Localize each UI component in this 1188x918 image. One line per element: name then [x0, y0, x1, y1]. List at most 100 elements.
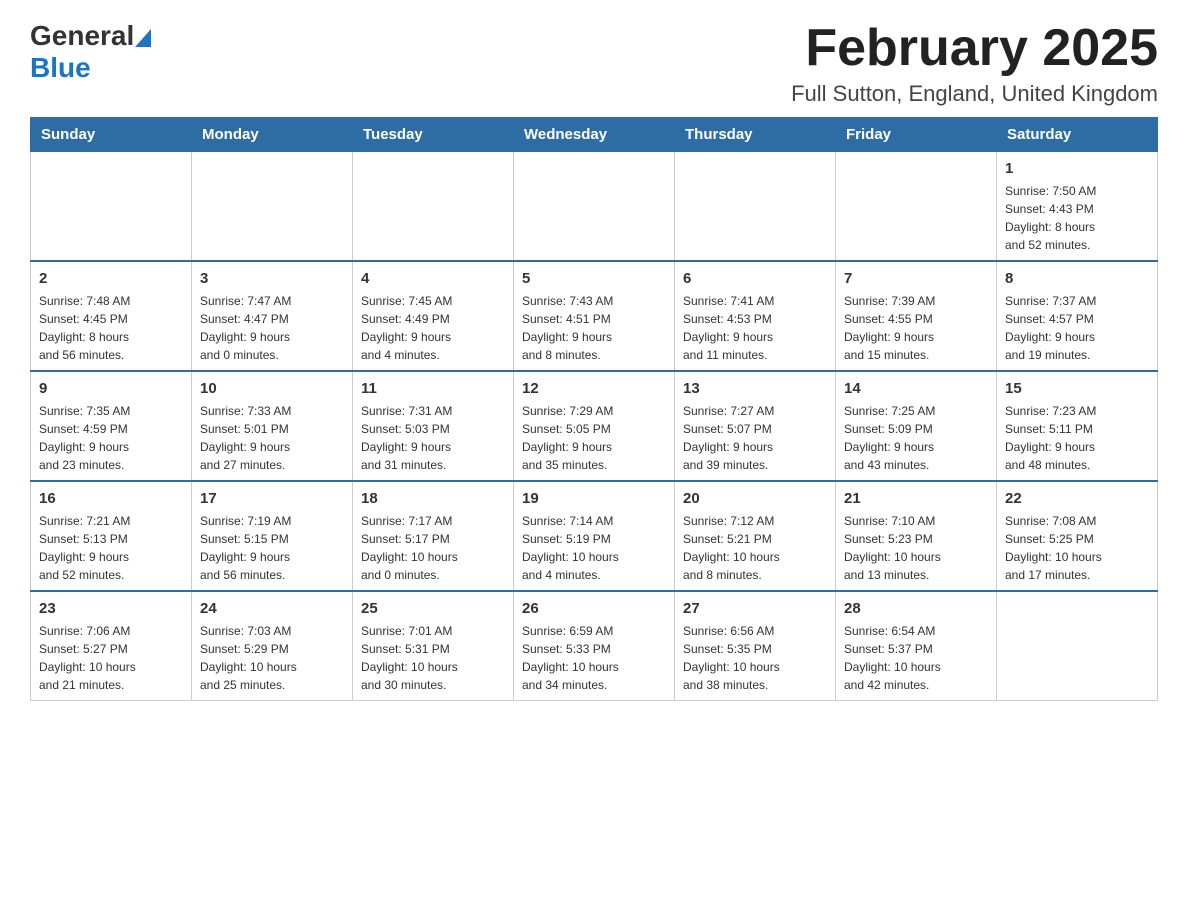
- day-number: 22: [1005, 488, 1149, 509]
- weekday-header-sunday: Sunday: [31, 118, 192, 152]
- day-number: 4: [361, 268, 505, 289]
- day-number: 15: [1005, 378, 1149, 399]
- calendar-cell: 6Sunrise: 7:41 AMSunset: 4:53 PMDaylight…: [675, 261, 836, 371]
- day-number: 11: [361, 378, 505, 399]
- day-info: Sunrise: 7:03 AMSunset: 5:29 PMDaylight:…: [200, 622, 344, 694]
- calendar-cell: 9Sunrise: 7:35 AMSunset: 4:59 PMDaylight…: [31, 371, 192, 481]
- calendar-cell: 13 Sunrise: 7:27 AMSunset: 5:07 PMDayligh…: [675, 371, 836, 481]
- day-info: Sunrise: 7:12 AMSunset: 5:21 PMDaylight:…: [683, 512, 827, 584]
- day-number: 3: [200, 268, 344, 289]
- day-number: 14: [844, 378, 988, 399]
- day-info: Sunrise: 7:06 AMSunset: 5:27 PMDaylight:…: [39, 622, 183, 694]
- calendar-cell: 1 Sunrise: 7:50 AMSunset: 4:43 PMDaylight…: [997, 152, 1158, 262]
- logo-blue-text: Blue: [30, 52, 91, 84]
- calendar-cell: 3 Sunrise: 7:47 AMSunset: 4:47 PMDaylight…: [192, 261, 353, 371]
- day-number: 25: [361, 598, 505, 619]
- day-info: Sunrise: 7:43 AMSunset: 4:51 PMDaylight:…: [522, 292, 666, 364]
- title-section: February 2025 Full Sutton, England, Unit…: [791, 20, 1158, 107]
- weekday-header-wednesday: Wednesday: [514, 118, 675, 152]
- weekday-header-saturday: Saturday: [997, 118, 1158, 152]
- day-info: Sunrise: 7:29 AMSunset: 5:05 PMDaylight:…: [522, 402, 666, 474]
- day-number: 6: [683, 268, 827, 289]
- calendar-cell: 16Sunrise: 7:21 AMSunset: 5:13 PMDayligh…: [31, 481, 192, 591]
- day-number: 2: [39, 268, 183, 289]
- calendar-cell: 21 Sunrise: 7:10 AMSunset: 5:23 PMDayligh…: [836, 481, 997, 591]
- calendar-cell: [997, 591, 1158, 701]
- calendar-cell: 25 Sunrise: 7:01 AMSunset: 5:31 PMDayligh…: [353, 591, 514, 701]
- day-number: 24: [200, 598, 344, 619]
- day-number: 12: [522, 378, 666, 399]
- weekday-header-monday: Monday: [192, 118, 353, 152]
- day-info: Sunrise: 6:56 AMSunset: 5:35 PMDaylight:…: [683, 622, 827, 694]
- calendar-body: 1 Sunrise: 7:50 AMSunset: 4:43 PMDaylight…: [31, 152, 1158, 701]
- day-info: Sunrise: 7:45 AMSunset: 4:49 PMDaylight:…: [361, 292, 505, 364]
- calendar-cell: [836, 152, 997, 262]
- calendar-cell: [192, 152, 353, 262]
- day-info: Sunrise: 7:39 AMSunset: 4:55 PMDaylight:…: [844, 292, 988, 364]
- calendar-week-4: 16Sunrise: 7:21 AMSunset: 5:13 PMDayligh…: [31, 481, 1158, 591]
- day-number: 27: [683, 598, 827, 619]
- calendar-cell: [514, 152, 675, 262]
- calendar-cell: 7Sunrise: 7:39 AMSunset: 4:55 PMDaylight…: [836, 261, 997, 371]
- day-info: Sunrise: 7:19 AMSunset: 5:15 PMDaylight:…: [200, 512, 344, 584]
- day-number: 8: [1005, 268, 1149, 289]
- day-info: Sunrise: 6:59 AMSunset: 5:33 PMDaylight:…: [522, 622, 666, 694]
- day-number: 19: [522, 488, 666, 509]
- day-info: Sunrise: 7:25 AMSunset: 5:09 PMDaylight:…: [844, 402, 988, 474]
- day-number: 5: [522, 268, 666, 289]
- day-info: Sunrise: 7:31 AMSunset: 5:03 PMDaylight:…: [361, 402, 505, 474]
- month-title: February 2025: [791, 20, 1158, 77]
- day-info: Sunrise: 7:47 AMSunset: 4:47 PMDaylight:…: [200, 292, 344, 364]
- calendar-cell: 4 Sunrise: 7:45 AMSunset: 4:49 PMDaylight…: [353, 261, 514, 371]
- day-number: 21: [844, 488, 988, 509]
- location-title: Full Sutton, England, United Kingdom: [791, 81, 1158, 107]
- day-info: Sunrise: 7:17 AMSunset: 5:17 PMDaylight:…: [361, 512, 505, 584]
- day-number: 20: [683, 488, 827, 509]
- weekday-header-tuesday: Tuesday: [353, 118, 514, 152]
- calendar-table: SundayMondayTuesdayWednesdayThursdayFrid…: [30, 117, 1158, 701]
- calendar-cell: 5 Sunrise: 7:43 AMSunset: 4:51 PMDaylight…: [514, 261, 675, 371]
- calendar-cell: 12 Sunrise: 7:29 AMSunset: 5:05 PMDayligh…: [514, 371, 675, 481]
- day-number: 28: [844, 598, 988, 619]
- calendar-cell: 11 Sunrise: 7:31 AMSunset: 5:03 PMDayligh…: [353, 371, 514, 481]
- day-number: 10: [200, 378, 344, 399]
- weekday-header-friday: Friday: [836, 118, 997, 152]
- calendar-cell: 24 Sunrise: 7:03 AMSunset: 5:29 PMDayligh…: [192, 591, 353, 701]
- day-info: Sunrise: 7:08 AMSunset: 5:25 PMDaylight:…: [1005, 512, 1149, 584]
- day-info: Sunrise: 7:33 AMSunset: 5:01 PMDaylight:…: [200, 402, 344, 474]
- calendar-cell: [353, 152, 514, 262]
- day-info: Sunrise: 7:50 AMSunset: 4:43 PMDaylight:…: [1005, 182, 1149, 254]
- calendar-cell: 28 Sunrise: 6:54 AMSunset: 5:37 PMDayligh…: [836, 591, 997, 701]
- day-number: 13: [683, 378, 827, 399]
- calendar-cell: 18 Sunrise: 7:17 AMSunset: 5:17 PMDayligh…: [353, 481, 514, 591]
- calendar-cell: 23 Sunrise: 7:06 AMSunset: 5:27 PMDayligh…: [31, 591, 192, 701]
- calendar-week-5: 23 Sunrise: 7:06 AMSunset: 5:27 PMDayligh…: [31, 591, 1158, 701]
- day-info: Sunrise: 6:54 AMSunset: 5:37 PMDaylight:…: [844, 622, 988, 694]
- calendar-cell: 10 Sunrise: 7:33 AMSunset: 5:01 PMDayligh…: [192, 371, 353, 481]
- calendar-week-3: 9Sunrise: 7:35 AMSunset: 4:59 PMDaylight…: [31, 371, 1158, 481]
- day-info: Sunrise: 7:10 AMSunset: 5:23 PMDaylight:…: [844, 512, 988, 584]
- calendar-week-1: 1 Sunrise: 7:50 AMSunset: 4:43 PMDaylight…: [31, 152, 1158, 262]
- calendar-header: SundayMondayTuesdayWednesdayThursdayFrid…: [31, 118, 1158, 152]
- day-info: Sunrise: 7:27 AMSunset: 5:07 PMDaylight:…: [683, 402, 827, 474]
- day-info: Sunrise: 7:01 AMSunset: 5:31 PMDaylight:…: [361, 622, 505, 694]
- calendar-cell: 17 Sunrise: 7:19 AMSunset: 5:15 PMDayligh…: [192, 481, 353, 591]
- day-number: 18: [361, 488, 505, 509]
- logo-arrow-icon: [135, 29, 151, 47]
- calendar-cell: 8 Sunrise: 7:37 AMSunset: 4:57 PMDaylight…: [997, 261, 1158, 371]
- logo: General Blue: [30, 20, 151, 84]
- day-info: Sunrise: 7:14 AMSunset: 5:19 PMDaylight:…: [522, 512, 666, 584]
- day-info: Sunrise: 7:37 AMSunset: 4:57 PMDaylight:…: [1005, 292, 1149, 364]
- day-number: 17: [200, 488, 344, 509]
- page-header: General Blue February 2025 Full Sutton, …: [30, 20, 1158, 107]
- day-info: Sunrise: 7:23 AMSunset: 5:11 PMDaylight:…: [1005, 402, 1149, 474]
- day-info: Sunrise: 7:21 AMSunset: 5:13 PMDaylight:…: [39, 512, 183, 584]
- calendar-cell: 20 Sunrise: 7:12 AMSunset: 5:21 PMDayligh…: [675, 481, 836, 591]
- day-number: 1: [1005, 158, 1149, 179]
- calendar-cell: 27 Sunrise: 6:56 AMSunset: 5:35 PMDayligh…: [675, 591, 836, 701]
- calendar-week-2: 2Sunrise: 7:48 AMSunset: 4:45 PMDaylight…: [31, 261, 1158, 371]
- day-number: 23: [39, 598, 183, 619]
- logo-general-text: General: [30, 20, 134, 52]
- calendar-cell: 14 Sunrise: 7:25 AMSunset: 5:09 PMDayligh…: [836, 371, 997, 481]
- day-number: 26: [522, 598, 666, 619]
